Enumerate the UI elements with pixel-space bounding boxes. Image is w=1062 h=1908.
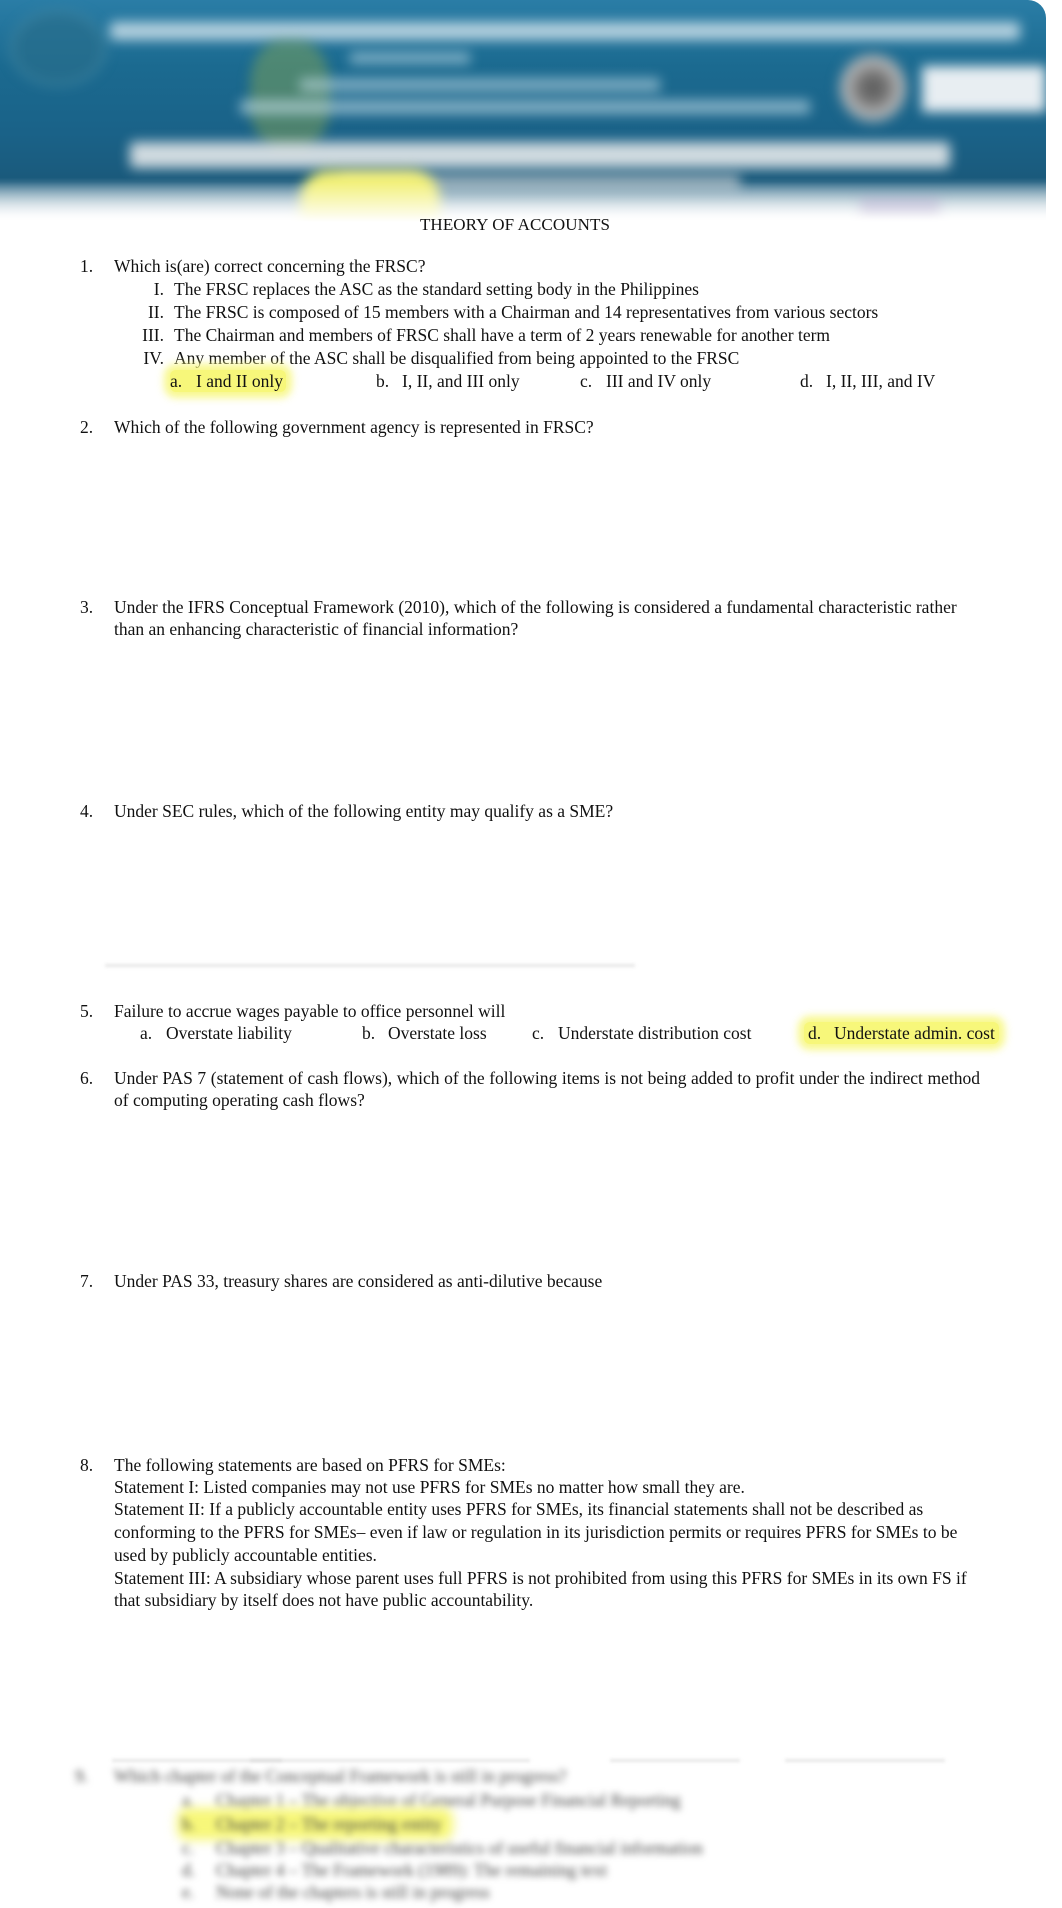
- option-c[interactable]: c. III and IV only: [580, 370, 711, 392]
- faint-divider: [250, 1759, 530, 1762]
- question-5: 5. Failure to accrue wages payable to of…: [80, 1000, 999, 1046]
- question-8: 8. The following statements are based on…: [80, 1454, 980, 1611]
- question-text: Failure to accrue wages payable to offic…: [114, 1001, 506, 1021]
- banner-subheading-line: [240, 100, 810, 114]
- question-number: 4.: [80, 801, 94, 821]
- banner-title-line: [130, 142, 950, 168]
- question-number: 5.: [80, 1001, 94, 1021]
- question-1: 1. Which is(are) correct concerning the …: [80, 255, 980, 394]
- question-number: 7.: [80, 1271, 94, 1291]
- question-text: Under PAS 7 (statement of cash flows), w…: [114, 1068, 980, 1110]
- answer-options: a. I and II only b. I, II, and III only c.…: [114, 370, 980, 394]
- question-7: 7. Under PAS 33, treasury shares are con…: [80, 1270, 980, 1292]
- right-seal-icon: [838, 52, 908, 124]
- option-b: b. Chapter 2 – The reporting entity: [182, 1813, 975, 1835]
- statement-1: Statement I: Listed companies may not us…: [114, 1477, 745, 1497]
- question-text: The following statements are based on PF…: [114, 1455, 506, 1475]
- question-text: Under SEC rules, which of the following …: [114, 801, 614, 821]
- banner-heading-line: [110, 22, 1020, 40]
- question-text: Which chapter of the Conceptual Framewor…: [114, 1766, 567, 1786]
- faint-divider: [785, 1759, 945, 1762]
- statement-item: I. The FRSC replaces the ASC as the stan…: [153, 279, 699, 299]
- question-4: 4. Under SEC rules, which of the followi…: [80, 800, 980, 822]
- faint-divider: [105, 964, 635, 967]
- option-d[interactable]: d. Understate admin. cost: [804, 1022, 999, 1044]
- question-number: 2.: [80, 417, 94, 437]
- question-number: 9.: [75, 1766, 89, 1786]
- option-c: c. Chapter 3 – Qualitative characteristic…: [182, 1838, 703, 1858]
- statement-item: IV. Any member of the ASC shall be disqu…: [143, 348, 740, 368]
- answer-options: a. Overstate liability b. Overstate loss c…: [114, 1022, 999, 1046]
- question-2: 2. Which of the following government age…: [80, 416, 980, 438]
- option-d: d. Chapter 4 – The Framework (1989): The …: [182, 1860, 608, 1880]
- question-number: 3.: [80, 597, 94, 617]
- question-3: 3. Under the IFRS Conceptual Framework (…: [80, 596, 980, 640]
- faint-divider: [610, 1759, 740, 1762]
- blurred-question-9: 9. Which chapter of the Conceptual Frame…: [75, 1765, 975, 1903]
- statement-item: II. The FRSC is composed of 15 members w…: [147, 302, 879, 322]
- question-text: Which is(are) correct concerning the FRS…: [114, 256, 426, 276]
- banner-plant-graphic: [250, 40, 330, 150]
- question-number: 6.: [80, 1068, 94, 1088]
- option-b[interactable]: b. Overstate loss: [362, 1022, 487, 1044]
- question-text: Which of the following government agency…: [114, 417, 594, 437]
- question-text: Under PAS 33, treasury shares are consid…: [114, 1271, 603, 1291]
- statement-2: Statement II: If a publicly accountable …: [114, 1499, 958, 1565]
- question-number: 8.: [80, 1455, 94, 1475]
- option-d[interactable]: d. I, II, III, and IV: [800, 370, 935, 392]
- option-a[interactable]: a. Overstate liability: [140, 1022, 292, 1044]
- sponsor-logo: [922, 66, 1046, 112]
- option-a[interactable]: a. I and II only: [170, 370, 286, 392]
- question-6: 6. Under PAS 7 (statement of cash flows)…: [80, 1067, 980, 1111]
- document-title: THEORY OF ACCOUNTS: [419, 215, 611, 234]
- option-c[interactable]: c. Understate distribution cost: [532, 1022, 751, 1044]
- option-b[interactable]: b. I, II, and III only: [376, 370, 520, 392]
- exam-banner: [0, 0, 1046, 222]
- banner-subheading-line: [300, 78, 660, 92]
- left-seal-icon: [10, 10, 106, 86]
- question-text: Under the IFRS Conceptual Framework (201…: [114, 597, 957, 639]
- question-number: 1.: [80, 256, 94, 276]
- statement-3: Statement III: A subsidiary whose parent…: [114, 1568, 967, 1610]
- banner-subheading-line: [350, 52, 470, 64]
- option-e: e. None of the chapters is still in progr…: [182, 1882, 490, 1902]
- statement-item: III. The Chairman and members of FRSC sh…: [142, 325, 831, 345]
- option-a: a. Chapter 1 – The objective of General P…: [182, 1790, 681, 1810]
